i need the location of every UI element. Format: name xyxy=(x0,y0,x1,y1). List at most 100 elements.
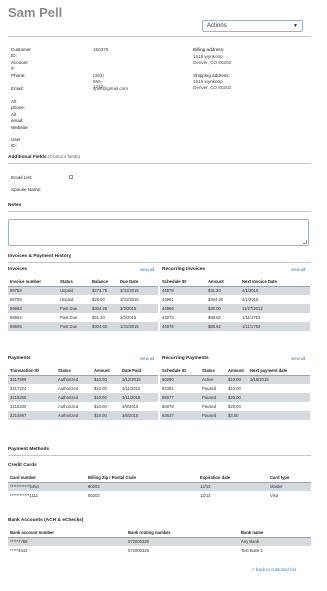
recurring-invoices-view-all-link[interactable]: view all xyxy=(291,267,305,272)
column-header[interactable]: Bank name xyxy=(239,529,311,538)
row-link[interactable]: 3217599 xyxy=(8,375,56,384)
column-header[interactable]: Status xyxy=(56,367,92,376)
table-cell: 072000326 xyxy=(126,546,239,555)
row-link[interactable]: 3217224 xyxy=(8,384,56,393)
row-link[interactable]: 89759 xyxy=(8,295,58,304)
table-row[interactable]: 44991 $304.20 4/1/2015 xyxy=(160,295,310,304)
table-row[interactable]: 85978 Paused $25.00 xyxy=(160,402,310,411)
table-header-row: Schedule ID Status Amount Next payment date xyxy=(160,367,310,376)
row-link[interactable]: 44978 xyxy=(160,286,206,295)
table-row[interactable]: 3215330 Authorized $10.00 3/9/2015 xyxy=(8,402,158,411)
table-row[interactable]: 44966 $30.00 11/27/2012 xyxy=(160,304,310,313)
shipping-address-label: Shipping address: xyxy=(193,73,230,78)
row-link[interactable]: 89758 xyxy=(8,286,58,295)
row-link[interactable]: 89663 xyxy=(8,304,58,313)
table-row[interactable]: 89758 Unpaid $273.78 3/31/2015 xyxy=(8,286,158,295)
email-list-checkbox[interactable] xyxy=(69,175,73,179)
row-link[interactable]: 83637 xyxy=(160,411,200,420)
table-cell: Unpaid xyxy=(58,295,90,304)
row-link[interactable]: 44976 xyxy=(160,322,206,331)
billing-address-label: Billing address: xyxy=(193,47,225,52)
payments-view-all-link[interactable]: view all xyxy=(140,356,154,361)
table-row[interactable]: 83637 Paused $3.50 xyxy=(160,411,310,420)
column-header[interactable]: Transaction ID xyxy=(8,367,56,376)
table-cell: Paused xyxy=(200,384,226,393)
table-cell: Paused xyxy=(200,411,226,420)
table-row[interactable]: 89565 Past Due $304.62 1/31/2015 xyxy=(8,322,158,331)
column-header[interactable]: Date Paid xyxy=(120,367,158,376)
column-header[interactable]: Card type xyxy=(268,474,311,483)
row-link[interactable]: 44966 xyxy=(160,304,206,313)
table-cell: 12/13 xyxy=(198,491,268,500)
additional-fields-heading: Additional Fields (Custom fields) xyxy=(8,155,80,161)
table-cell: Authorized xyxy=(56,393,92,402)
table-row[interactable]: 89664 Past Due $51.20 3/3/2015 xyxy=(8,313,158,322)
table-cell: 4/1/2015 xyxy=(240,286,310,295)
column-header[interactable]: Due Date xyxy=(118,278,158,287)
column-header[interactable]: Card number xyxy=(8,474,86,483)
table-row[interactable]: 3217599 Authorized $10.00 3/12/2015 xyxy=(8,375,158,384)
actions-dropdown[interactable]: Actions ▼ xyxy=(202,20,303,32)
recurring-payments-view-all-link[interactable]: view all xyxy=(291,356,305,361)
table-row[interactable]: 92381 Paused $10.00 xyxy=(160,384,310,393)
table-row[interactable]: 50290 Active $10.00 3/15/2015 xyxy=(160,375,310,384)
column-header[interactable]: Schedule ID xyxy=(160,367,200,376)
column-header[interactable]: Amount xyxy=(92,367,120,376)
table-cell: Authorized xyxy=(56,411,92,420)
table-cell: 3/3/2015 xyxy=(118,304,158,313)
column-header[interactable]: Bank routing number xyxy=(126,529,239,538)
table-row[interactable]: 44973 $88.62 1/11/1753 xyxy=(160,313,310,322)
column-header[interactable]: Next payment date xyxy=(248,367,310,376)
row-link[interactable]: 50290 xyxy=(160,375,200,384)
credit-cards-title: Credit Cards xyxy=(8,463,37,468)
column-header[interactable]: Invoice number xyxy=(8,278,58,287)
row-link[interactable]: 3214897 xyxy=(8,411,56,420)
table-cell: Paused xyxy=(200,402,226,411)
row-link[interactable]: 85978 xyxy=(160,402,200,411)
notes-textarea[interactable] xyxy=(8,219,309,246)
column-header[interactable]: Status xyxy=(200,367,226,376)
table-row[interactable]: 89663 Past Due $304.20 3/3/2015 xyxy=(8,304,158,313)
table-cell: $25.00 xyxy=(226,393,248,402)
column-header[interactable]: Amount xyxy=(206,278,240,287)
table-cell: $304.62 xyxy=(90,322,118,331)
header-divider xyxy=(8,36,311,37)
bank-accounts-table: Bank account number Bank routing number Ba… xyxy=(8,529,311,555)
row-link[interactable]: 3215330 xyxy=(8,402,56,411)
table-row[interactable]: 3216250 Authorized $10.00 3/11/2015 xyxy=(8,393,158,402)
table-row[interactable]: *****4444 072000326 Test Bank 2 xyxy=(8,546,311,555)
column-header[interactable]: Expiration date xyxy=(198,474,268,483)
table-row[interactable]: 44976 $88.62 1/11/1753 xyxy=(160,322,310,331)
table-cell: $10.00 xyxy=(92,411,120,420)
row-link[interactable]: 3216250 xyxy=(8,393,56,402)
row-link[interactable]: 89565 xyxy=(8,322,58,331)
invoices-view-all-link[interactable]: view all xyxy=(140,267,154,272)
additional-divider xyxy=(8,163,311,164)
table-cell: 3/3/2015 xyxy=(118,313,158,322)
column-header[interactable]: Next Invoice Date xyxy=(240,278,310,287)
table-row[interactable]: *****7788 072000326 Any Bank xyxy=(8,537,311,546)
row-link[interactable]: 92381 xyxy=(160,384,200,393)
row-link[interactable]: 85977 xyxy=(160,393,200,402)
table-row[interactable]: 85977 Paused $25.00 xyxy=(160,393,310,402)
table-cell: $10.00 xyxy=(92,393,120,402)
table-row[interactable]: 44978 $31.20 4/1/2015 xyxy=(160,286,310,295)
column-header[interactable]: Amount xyxy=(226,367,248,376)
column-header[interactable]: Status xyxy=(58,278,90,287)
table-row[interactable]: ************1111 80202 12/13 Visa xyxy=(8,491,311,500)
column-header[interactable]: Billing Zip / Postal Code xyxy=(86,474,198,483)
row-link[interactable]: 89664 xyxy=(8,313,58,322)
column-header[interactable]: Bank account number xyxy=(8,529,126,538)
table-row[interactable]: ************5454 80202 12/13 Master xyxy=(8,482,311,491)
column-header[interactable]: Balance xyxy=(90,278,118,287)
row-link[interactable]: 44973 xyxy=(160,313,206,322)
table-row[interactable]: 3217224 Authorized $10.00 3/11/2015 xyxy=(8,384,158,393)
back-to-customer-list-link[interactable]: < back to customer list xyxy=(252,567,296,572)
resize-grip-icon[interactable] xyxy=(303,240,307,244)
table-cell: 072000326 xyxy=(126,537,239,546)
table-cell: *****4444 xyxy=(8,546,126,555)
table-row[interactable]: 89759 Unpaid $25.00 3/31/2015 xyxy=(8,295,158,304)
table-row[interactable]: 3214897 Authorized $10.00 3/6/2015 xyxy=(8,411,158,420)
row-link[interactable]: 44991 xyxy=(160,295,206,304)
column-header[interactable]: Schedule ID xyxy=(160,278,206,287)
